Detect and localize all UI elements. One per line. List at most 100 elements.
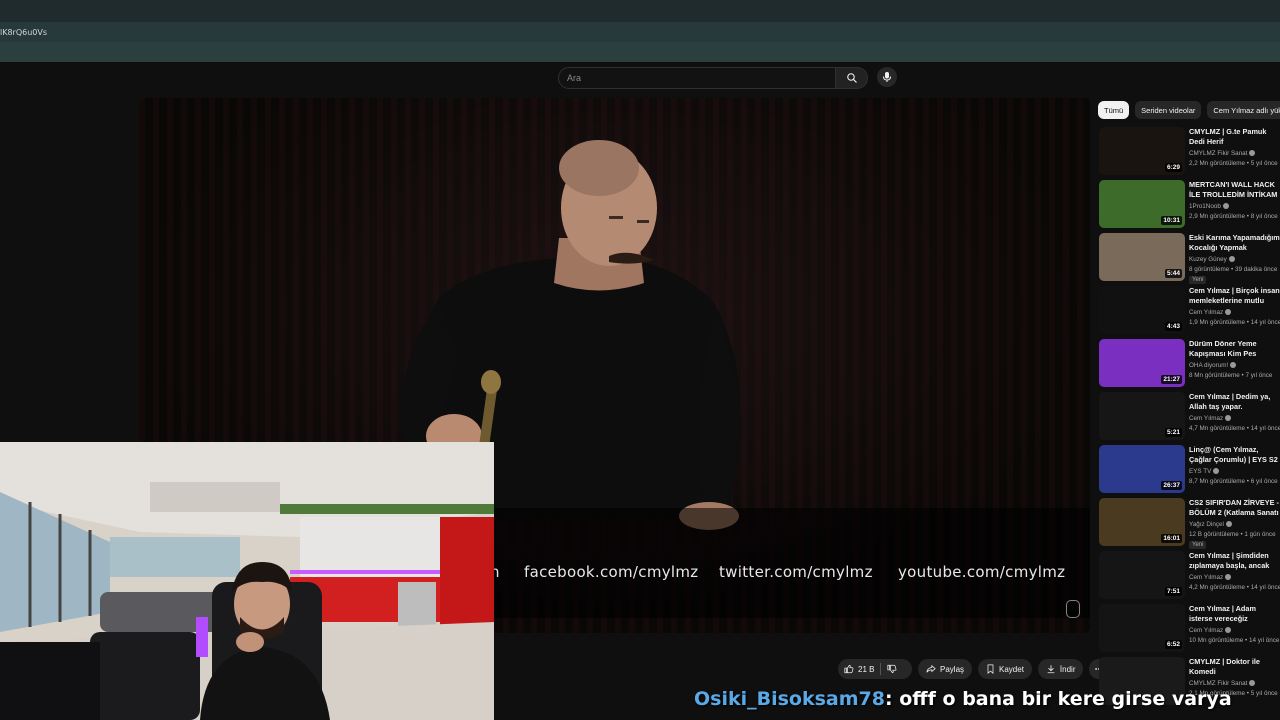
save-label: Kaydet <box>999 664 1024 674</box>
video-title[interactable]: MERTCAN'I WALL HACK İLE TROLLEDİM İNTİKA… <box>1189 180 1280 200</box>
video-duration: 5:21 <box>1164 428 1182 437</box>
recommendation-item[interactable]: 10:31 MERTCAN'I WALL HACK İLE TROLLEDİM İ… <box>1099 180 1280 230</box>
video-thumbnail[interactable]: 21:27 <box>1099 339 1185 387</box>
video-title[interactable]: Eski Karıma Yapamadığım Kocalığı Yapmak … <box>1189 233 1280 253</box>
verified-check-icon <box>1225 627 1232 634</box>
voice-search-button[interactable] <box>877 67 897 87</box>
recommendation-item[interactable]: 7:51 Cem Yılmaz | Şimdiden zıplamaya başl… <box>1099 551 1280 601</box>
video-title[interactable]: Linç@ (Cem Yılmaz, Çağlar Çorumlu) | EYS… <box>1189 445 1280 465</box>
recommendation-item[interactable]: 6:29 CMYLMZ | G.te Pamuk Dedi Herif CMYLMZ… <box>1099 127 1280 177</box>
video-title[interactable]: CMYLMZ | G.te Pamuk Dedi Herif <box>1189 127 1280 147</box>
chip-uploader-videos[interactable]: Cem Yılmaz adlı yük <box>1207 101 1280 119</box>
channel-name[interactable]: Cem Yılmaz <box>1189 309 1223 316</box>
video-title[interactable]: Dürüm Döner Yeme Kapışması Kim Pes Edece… <box>1189 339 1280 359</box>
player-gesture-icon[interactable] <box>1066 600 1080 618</box>
channel-name-row[interactable]: OHA diyorum! <box>1189 362 1237 369</box>
channel-name-row[interactable]: Cem Yılmaz <box>1189 415 1232 422</box>
recommendation-item[interactable]: 21:27 Dürüm Döner Yeme Kapışması Kim Pes … <box>1099 339 1280 389</box>
screen: lK8rQ6u0Vs Ara n facebook.com/cmylmz twi… <box>0 0 1280 720</box>
dislike-button[interactable] <box>881 659 903 679</box>
youtube-header <box>0 62 1280 94</box>
video-title[interactable]: Cem Yılmaz | Birçok insan memleketlerine… <box>1189 286 1280 306</box>
like-button[interactable]: 21 B <box>838 659 880 679</box>
channel-name[interactable]: OHA diyorum! <box>1189 362 1228 369</box>
video-thumbnail[interactable]: 7:51 <box>1099 551 1185 599</box>
address-url-text: lK8rQ6u0Vs <box>0 28 48 37</box>
chip-all[interactable]: Tümü <box>1098 101 1130 119</box>
verified-check-icon <box>1228 256 1235 263</box>
verified-check-icon <box>1249 680 1256 687</box>
share-button[interactable]: Paylaş <box>918 659 973 679</box>
chat-text: offf o bana bir kere girse varya <box>899 688 1232 710</box>
channel-name[interactable]: 1Pro1Noob <box>1189 203 1221 210</box>
chip-series-videos[interactable]: Seriden videolar <box>1135 101 1202 119</box>
video-meta: 2,9 Mn görüntüleme • 8 yıl önce <box>1189 213 1278 220</box>
recommendation-item[interactable]: 5:21 Cem Yılmaz | Dedim ya, Allah taş yap… <box>1099 392 1280 442</box>
video-thumbnail[interactable]: 4:43 <box>1099 286 1185 334</box>
video-thumbnail[interactable]: 5:21 <box>1099 392 1185 440</box>
browser-tab-strip <box>0 0 1280 22</box>
download-button[interactable]: İndir <box>1037 659 1084 679</box>
channel-name-row[interactable]: Cem Yılmaz <box>1189 627 1232 634</box>
search-input[interactable] <box>559 68 835 88</box>
channel-name[interactable]: CMYLMZ Fikir Sanat <box>1189 680 1247 687</box>
thumbs-down-icon <box>887 664 897 674</box>
recommendation-item[interactable]: 4:43 Cem Yılmaz | Birçok insan memleketle… <box>1099 286 1280 336</box>
video-thumbnail[interactable]: 26:37 <box>1099 445 1185 493</box>
channel-name[interactable]: Cem Yılmaz <box>1189 627 1223 634</box>
streamer-webcam-overlay <box>0 442 494 720</box>
verified-check-icon <box>1225 521 1232 528</box>
video-title[interactable]: CMYLMZ | Doktor ile Komedi <box>1189 657 1280 677</box>
channel-name[interactable]: Cem Yılmaz <box>1189 415 1223 422</box>
video-thumbnail[interactable]: 6:52 <box>1099 604 1185 652</box>
channel-name[interactable]: Kuzey Güney <box>1189 256 1227 263</box>
channel-name-row[interactable]: CMYLMZ Fikir Sanat <box>1189 150 1256 157</box>
video-thumbnail[interactable]: 6:29 <box>1099 127 1185 175</box>
video-thumbnail[interactable]: 16:01 <box>1099 498 1185 546</box>
search-icon <box>846 73 857 83</box>
browser-address-bar[interactable]: lK8rQ6u0Vs <box>0 22 1280 42</box>
channel-name-row[interactable]: 1Pro1Noob <box>1189 203 1229 210</box>
channel-name-row[interactable]: Yağız Dinçel <box>1189 521 1232 528</box>
share-icon <box>926 664 936 673</box>
video-meta: 4,7 Mn görüntüleme • 14 yıl önce <box>1189 425 1280 432</box>
channel-name[interactable]: Cem Yılmaz <box>1189 574 1223 581</box>
video-thumbnail[interactable]: 5:44 <box>1099 233 1185 281</box>
search-box[interactable] <box>558 67 836 89</box>
channel-name[interactable]: Yağız Dinçel <box>1189 521 1224 528</box>
download-icon <box>1047 665 1055 674</box>
save-button[interactable]: Kaydet <box>978 659 1032 679</box>
video-duration: 4:43 <box>1164 322 1182 331</box>
video-title[interactable]: Cem Yılmaz | Şimdiden zıplamaya başla, a… <box>1189 551 1280 571</box>
new-badge: Yeni <box>1189 541 1207 549</box>
video-duration: 16:01 <box>1161 534 1182 543</box>
chat-username: Osiki_Bisoksam78 <box>694 688 885 710</box>
video-duration: 10:31 <box>1161 216 1182 225</box>
webcam-room-scene <box>0 442 494 720</box>
verified-check-icon <box>1213 468 1220 475</box>
channel-name[interactable]: CMYLMZ Fikir Sanat <box>1189 150 1247 157</box>
video-meta: 8,7 Mn görüntüleme • 6 yıl önce <box>1189 478 1278 485</box>
channel-name[interactable]: EYS TV <box>1189 468 1211 475</box>
channel-name-row[interactable]: Kuzey Güney <box>1189 256 1235 263</box>
video-title[interactable]: Cem Yılmaz | Adam isterse vereceğiz <box>1189 604 1280 624</box>
verified-check-icon <box>1225 415 1232 422</box>
recommendation-item[interactable]: 6:52 Cem Yılmaz | Adam isterse vereceğiz C… <box>1099 604 1280 654</box>
recommendation-item[interactable]: 16:01 CS2 SIFIR'DAN ZİRVEYE - BÖLÜM 2 (Ka… <box>1099 498 1280 549</box>
channel-name-row[interactable]: Cem Yılmaz <box>1189 574 1232 581</box>
verified-check-icon <box>1225 309 1232 316</box>
video-title[interactable]: CS2 SIFIR'DAN ZİRVEYE - BÖLÜM 2 (Katlama… <box>1189 498 1280 518</box>
video-meta: 1,9 Mn görüntüleme • 14 yıl önce <box>1189 319 1280 326</box>
channel-name-row[interactable]: EYS TV <box>1189 468 1220 475</box>
facebook-link-text: facebook.com/cmylmz <box>524 563 699 581</box>
recommendation-item[interactable]: 5:44 Eski Karıma Yapamadığım Kocalığı Yap… <box>1099 233 1280 284</box>
video-meta: 12 B görüntüleme • 1 gün önce <box>1189 531 1276 538</box>
search-button[interactable] <box>836 67 868 89</box>
channel-name-row[interactable]: CMYLMZ Fikir Sanat <box>1189 680 1256 687</box>
video-thumbnail[interactable]: 10:31 <box>1099 180 1185 228</box>
like-dislike-group: 21 B <box>838 659 912 679</box>
channel-name-row[interactable]: Cem Yılmaz <box>1189 309 1232 316</box>
video-title[interactable]: Cem Yılmaz | Dedim ya, Allah taş yapar. <box>1189 392 1280 412</box>
recommendation-item[interactable]: 26:37 Linç@ (Cem Yılmaz, Çağlar Çorumlu) … <box>1099 445 1280 495</box>
video-duration: 6:29 <box>1164 163 1182 172</box>
